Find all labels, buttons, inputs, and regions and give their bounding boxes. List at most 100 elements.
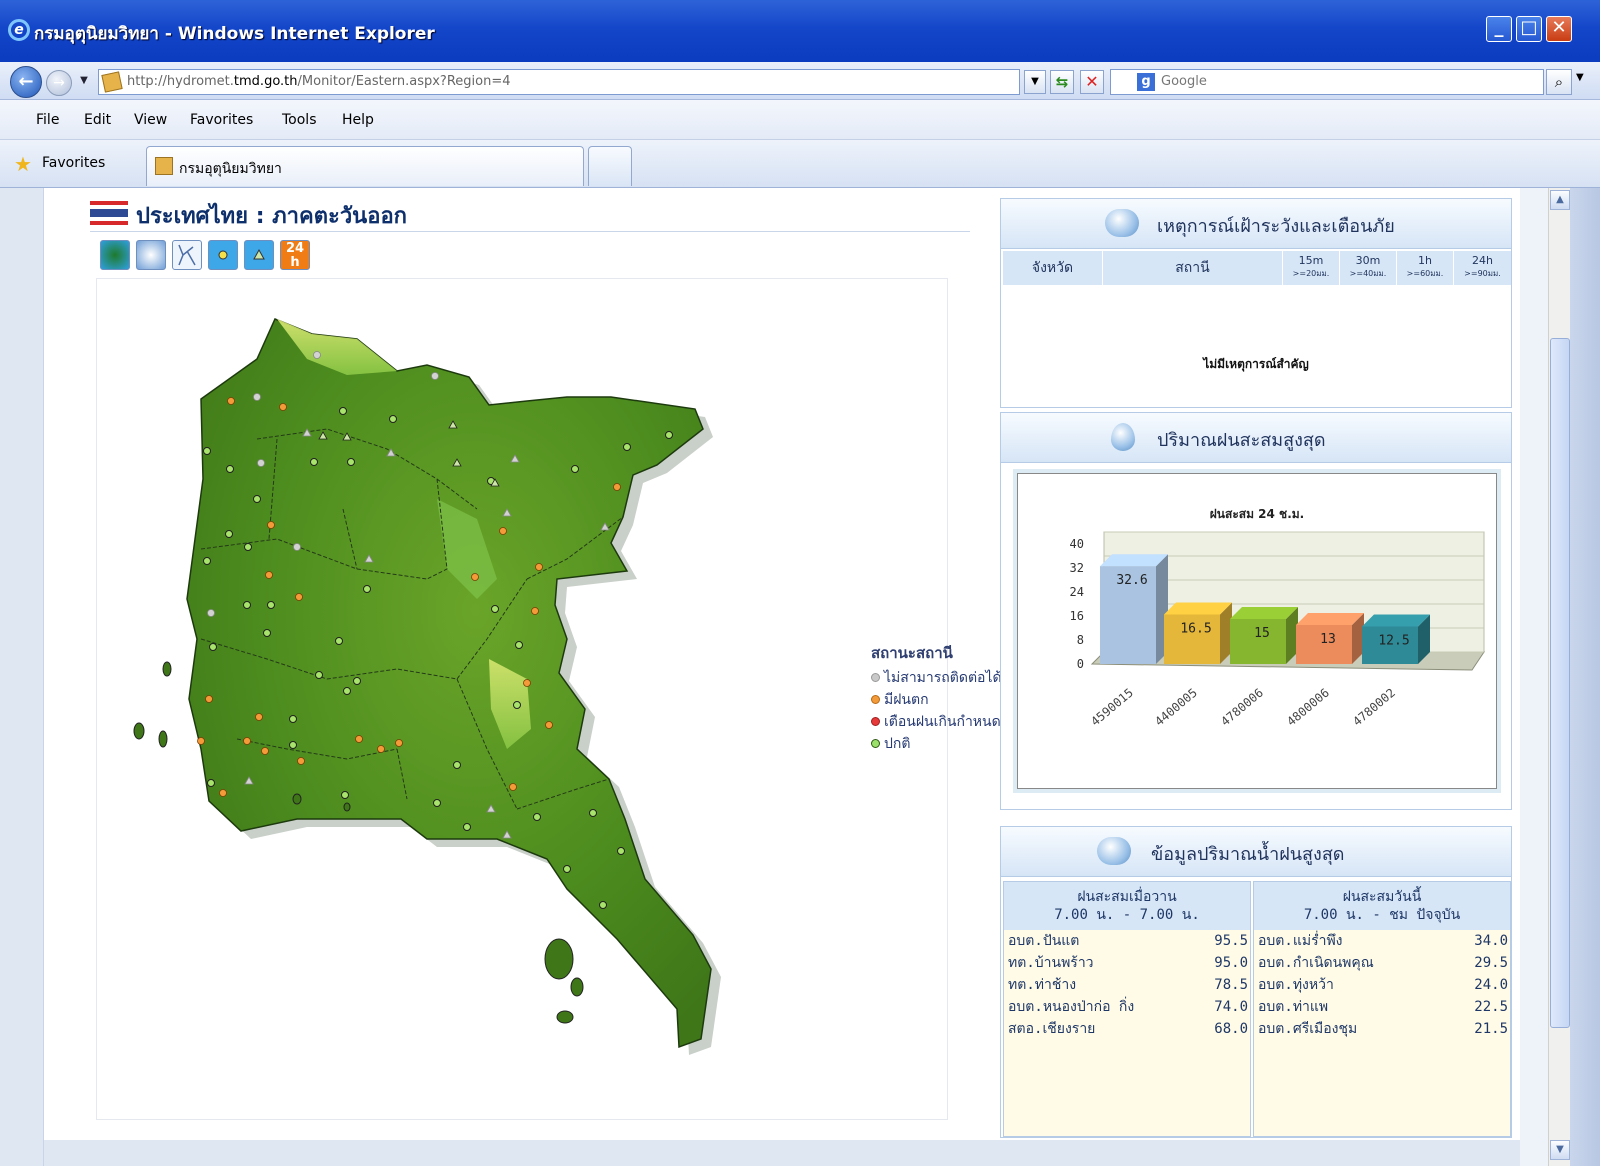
recent-pages-dropdown[interactable]: ▼ bbox=[76, 72, 92, 90]
maximize-button[interactable]: □ bbox=[1516, 16, 1542, 42]
search-input[interactable]: g Google bbox=[1110, 69, 1544, 95]
back-button[interactable]: ← bbox=[10, 66, 42, 98]
scroll-down-arrow-icon[interactable]: ▼ bbox=[1550, 1140, 1570, 1160]
rain-table-row: อบต.หนองป่าก่อ กิ่ง 74.0 bbox=[1004, 996, 1250, 1018]
rain-chart-panel: ปริมาณฝนสะสมสูงสุด ฝนสะสม 24 ช.ม. 40 32 24… bbox=[1000, 412, 1512, 810]
rain-value: 21.5 bbox=[1474, 1021, 1508, 1037]
favorites-button[interactable]: Favorites bbox=[42, 155, 105, 171]
google-logo-icon: g bbox=[1137, 73, 1155, 91]
y-tick-label: 40 bbox=[1070, 537, 1084, 551]
map-station-triangle-tool[interactable] bbox=[244, 240, 274, 270]
new-tab-button[interactable] bbox=[588, 146, 632, 186]
url-text: http://hydromet.tmd.go.th/Monitor/Easter… bbox=[127, 74, 511, 89]
yesterday-header: ฝนสะสมเมื่อวาน bbox=[1077, 889, 1177, 905]
y-tick-label: 16 bbox=[1070, 609, 1084, 623]
today-header: ฝนสะสมวันนี้ bbox=[1342, 889, 1422, 905]
thai-flag-icon bbox=[90, 201, 128, 225]
page-icon bbox=[101, 71, 123, 93]
chart-bar: 13 bbox=[1296, 613, 1364, 664]
favorites-star-icon[interactable]: ★ bbox=[14, 152, 32, 176]
page-right-margin bbox=[1520, 188, 1548, 1166]
ie-logo-icon: e bbox=[8, 19, 30, 41]
legend-dot-icon bbox=[871, 695, 880, 704]
menu-help[interactable]: Help bbox=[342, 112, 374, 128]
tab-page-icon bbox=[155, 157, 173, 175]
search-icon[interactable]: ⌕ bbox=[1546, 69, 1572, 95]
map-legend: สถานะสถานี ไม่สามารถติดต่อได้ มีฝนตก เตื… bbox=[871, 641, 1002, 755]
rain-table-row: อบต.แม่ร่ำพึง 34.0 bbox=[1254, 930, 1510, 952]
minimize-button[interactable]: _ bbox=[1486, 16, 1512, 42]
col-1h: 1h >=60มม. bbox=[1397, 251, 1454, 285]
browser-tab[interactable]: กรมอุตุนิยมวิทยา bbox=[146, 146, 584, 186]
x-category-label: 4780002 bbox=[1350, 686, 1398, 729]
legend-item-warning: เตือนฝนเกินกำหนด bbox=[871, 711, 1002, 733]
search-options-dropdown[interactable]: ▼ bbox=[1576, 72, 1584, 83]
warning-panel: เหตุการณ์เฝ้าระวังและเตือนภัย จังหวัด สถ… bbox=[1000, 198, 1512, 408]
station-name: อบต.ปันแต bbox=[1008, 933, 1080, 949]
menu-bar: File Edit View Favorites Tools Help bbox=[0, 100, 1600, 140]
map-river-tool[interactable] bbox=[172, 240, 202, 270]
col-15m: 15m >=20มม. bbox=[1283, 251, 1340, 285]
chart-y-axis: 40 32 24 16 8 0 bbox=[1070, 537, 1084, 671]
rain-value: 95.0 bbox=[1214, 955, 1248, 971]
bar-value-label: 32.6 bbox=[1116, 573, 1147, 588]
legend-item-offline: ไม่สามารถติดต่อได้ bbox=[871, 667, 1002, 689]
rain-table-row: สตอ.เชียงราย 68.0 bbox=[1004, 1018, 1250, 1040]
address-input[interactable]: http://hydromet.tmd.go.th/Monitor/Easter… bbox=[98, 69, 1020, 95]
yesterday-period: 7.00 น. - 7.00 น. bbox=[1054, 907, 1200, 923]
storm-cloud-icon bbox=[1105, 209, 1139, 237]
scroll-up-arrow-icon[interactable]: ▲ bbox=[1550, 190, 1570, 210]
chart-title: ฝนสะสม 24 ช.ม. bbox=[1210, 507, 1304, 521]
page-left-margin bbox=[0, 188, 44, 1166]
rain-value: 95.5 bbox=[1214, 933, 1248, 949]
region-map[interactable]: สถานะสถานี ไม่สามารถติดต่อได้ มีฝนตก เตื… bbox=[96, 278, 1002, 1121]
y-tick-label: 32 bbox=[1070, 561, 1084, 575]
forward-button[interactable]: → bbox=[46, 70, 72, 96]
legend-dot-icon bbox=[871, 739, 880, 748]
map-terrain-tool[interactable] bbox=[100, 240, 130, 270]
y-tick-label: 24 bbox=[1070, 585, 1084, 599]
rain-table-row: อบต.ปันแต 95.5 bbox=[1004, 930, 1250, 952]
title-bar: e กรมอุตุนิยมวิทยา - Windows Internet Ex… bbox=[0, 0, 1600, 62]
legend-item-normal: ปกติ bbox=[871, 733, 1002, 755]
rain-table-row: อบต.ท่าแพ 22.5 bbox=[1254, 996, 1510, 1018]
menu-favorites[interactable]: Favorites bbox=[190, 112, 253, 128]
station-name: อบต.กำเนิดนพคุณ bbox=[1258, 955, 1374, 971]
map-cloud-tool[interactable] bbox=[136, 240, 166, 270]
station-name: สตอ.เชียงราย bbox=[1008, 1021, 1096, 1037]
x-category-label: 4590015 bbox=[1088, 686, 1136, 729]
stop-icon[interactable]: ✕ bbox=[1080, 70, 1104, 94]
map-station-circle-tool[interactable] bbox=[208, 240, 238, 270]
rain-value: 74.0 bbox=[1214, 999, 1248, 1015]
close-button[interactable]: ✕ bbox=[1546, 16, 1572, 42]
eastern-region-map[interactable] bbox=[97, 279, 949, 1121]
menu-edit[interactable]: Edit bbox=[84, 112, 111, 128]
legend-item-rain: มีฝนตก bbox=[871, 689, 1002, 711]
station-name: อบต.ศรีเมืองชุม bbox=[1258, 1021, 1358, 1037]
y-tick-label: 0 bbox=[1077, 657, 1084, 671]
station-name: ทต.บ้านพร้าว bbox=[1008, 955, 1094, 971]
station-name: อบต.แม่ร่ำพึง bbox=[1258, 933, 1343, 949]
rain-value: 24.0 bbox=[1474, 977, 1508, 993]
refresh-icon[interactable]: ⇆ bbox=[1050, 70, 1074, 94]
rain-table-row: ทต.ท่าช้าง 78.5 bbox=[1004, 974, 1250, 996]
menu-view[interactable]: View bbox=[134, 112, 167, 128]
station-name: อบต.ท่าแพ bbox=[1258, 999, 1329, 1015]
today-rain-table: ฝนสะสมวันนี้ 7.00 น. - ชม ปัจจุบัน อบต.แ… bbox=[1253, 881, 1511, 1137]
station-name: อบต.หนองป่าก่อ กิ่ง bbox=[1008, 999, 1135, 1015]
rain-value: 22.5 bbox=[1474, 999, 1508, 1015]
legend-dot-icon bbox=[871, 673, 880, 682]
x-category-label: 4400005 bbox=[1152, 686, 1200, 729]
col-30m: 30m >=40มม. bbox=[1340, 251, 1397, 285]
rain-value: 68.0 bbox=[1214, 1021, 1248, 1037]
address-toolbar: ← → ▼ http://hydromet.tmd.go.th/Monitor/… bbox=[0, 62, 1600, 100]
scroll-thumb[interactable] bbox=[1550, 338, 1570, 1028]
station-name: อบต.ทุ่งหว้า bbox=[1258, 977, 1334, 993]
vertical-scrollbar[interactable]: ▲ ▼ bbox=[1548, 188, 1570, 1166]
menu-file[interactable]: File bbox=[36, 112, 59, 128]
address-dropdown-button[interactable]: ▼ bbox=[1024, 70, 1046, 94]
y-tick-label: 8 bbox=[1077, 633, 1084, 647]
menu-tools[interactable]: Tools bbox=[282, 112, 317, 128]
map-24h-tool[interactable]: 24 h bbox=[280, 240, 310, 270]
legend-dot-icon bbox=[871, 717, 880, 726]
